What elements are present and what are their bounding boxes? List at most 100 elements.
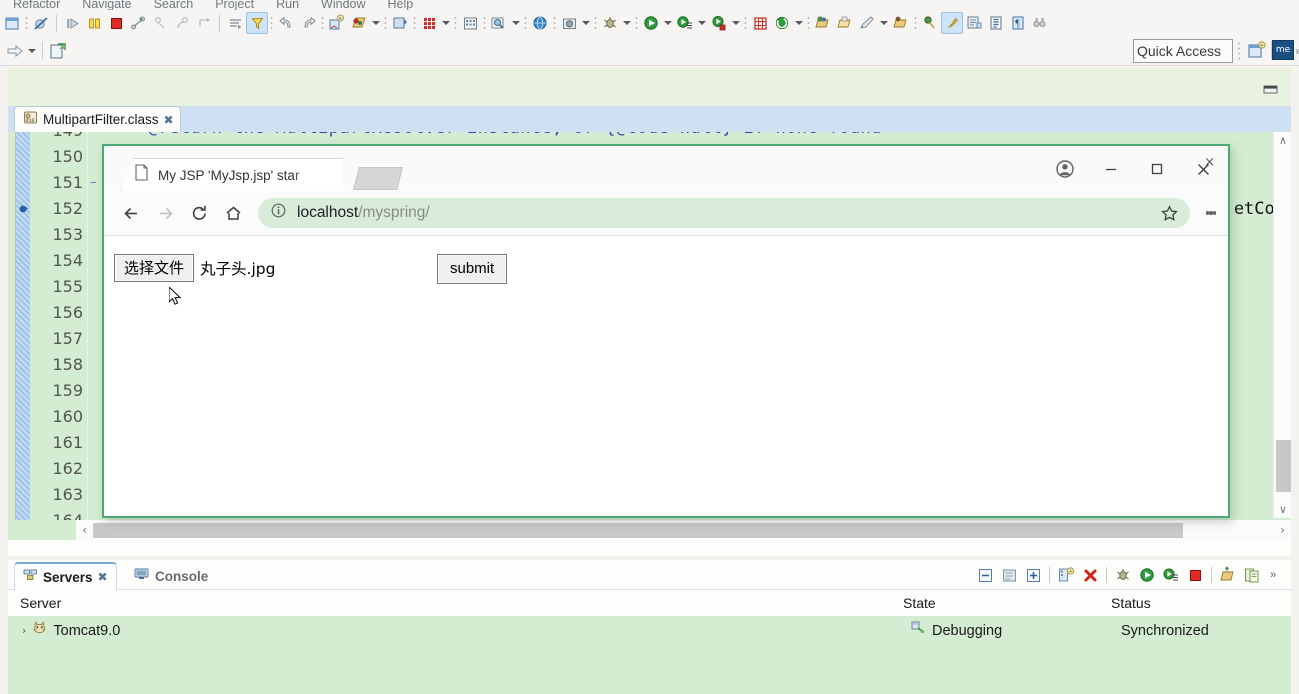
suspend-icon[interactable] xyxy=(83,12,105,34)
debug-server-icon[interactable] xyxy=(1112,564,1134,586)
terminate-icon[interactable] xyxy=(105,12,127,34)
table-icon[interactable] xyxy=(459,12,481,34)
tab-console[interactable]: Console xyxy=(126,562,216,590)
pencil-dropdown-arrow-icon[interactable] xyxy=(878,12,890,34)
tab-servers-close-icon[interactable]: ✖ xyxy=(98,571,108,583)
editor-vertical-scrollbar[interactable]: ∧ ∨ xyxy=(1273,132,1291,518)
browser-close-button[interactable] xyxy=(1180,151,1226,187)
column-header-server[interactable]: Server xyxy=(20,590,61,616)
camera-dropdown-arrow-icon[interactable] xyxy=(580,12,592,34)
editor-annotation-ruler[interactable] xyxy=(16,132,30,540)
horizontal-scroll-thumb[interactable] xyxy=(93,523,1183,538)
external-tools-dropdown-arrow-icon[interactable] xyxy=(793,12,805,34)
coverage-icon[interactable] xyxy=(708,12,730,34)
new-java-project-icon[interactable] xyxy=(348,12,370,34)
debug-dropdown-arrow-icon[interactable] xyxy=(621,12,633,34)
start-server-icon[interactable] xyxy=(1136,564,1158,586)
scroll-down-arrow-icon[interactable]: ∨ xyxy=(1274,501,1292,518)
globe-icon[interactable] xyxy=(529,12,551,34)
undo-icon[interactable] xyxy=(275,12,297,34)
new-java-dropdown-arrow-icon[interactable] xyxy=(370,12,382,34)
editor-tab-close-icon[interactable]: ✖ xyxy=(164,114,174,126)
scroll-up-arrow-icon[interactable]: ∧ xyxy=(1274,132,1292,149)
home-icon[interactable] xyxy=(216,196,250,230)
toggle-block-selection-icon[interactable] xyxy=(985,12,1007,34)
submit-button[interactable]: submit xyxy=(437,254,508,284)
forward-dropdown-arrow-icon[interactable] xyxy=(26,40,38,62)
breakpoint-marker[interactable] xyxy=(17,196,31,222)
profile-server-icon[interactable] xyxy=(1160,564,1182,586)
tab-servers[interactable]: Servers ✖ xyxy=(14,562,117,590)
new-package-icon[interactable] xyxy=(749,12,771,34)
server-cell[interactable]: › Tomcat9.0 xyxy=(22,616,120,646)
choose-file-button[interactable]: 选择文件 xyxy=(114,254,195,282)
back-arrow-icon[interactable] xyxy=(114,196,148,230)
run-dropdown-arrow-icon[interactable] xyxy=(662,12,674,34)
fold-collapse-marker[interactable]: − xyxy=(90,170,98,196)
grid-dropdown-arrow-icon[interactable] xyxy=(440,12,452,34)
debug-icon[interactable] xyxy=(599,12,621,34)
run-as-dropdown-arrow-icon[interactable] xyxy=(696,12,708,34)
open-perspective-icon[interactable] xyxy=(1,12,23,34)
profile-avatar-icon[interactable] xyxy=(1042,151,1088,187)
editor-tab-multipartfilter[interactable]: 010 MultipartFilter.class ✖ xyxy=(14,106,181,132)
toggle-mark-occurrences-icon[interactable]: ¶ xyxy=(1007,12,1029,34)
publish-icon[interactable] xyxy=(1217,564,1239,586)
address-bar[interactable]: localhost/myspring/ xyxy=(258,198,1190,228)
perspective-more-icon[interactable]: » xyxy=(1295,46,1299,57)
use-step-filters-icon[interactable] xyxy=(246,12,268,34)
reload-icon[interactable] xyxy=(182,196,216,230)
grid-icon[interactable] xyxy=(418,12,440,34)
resume-icon[interactable] xyxy=(61,12,83,34)
minimize-icon[interactable] xyxy=(998,564,1020,586)
expand-all-icon[interactable] xyxy=(1022,564,1044,586)
bookmark-star-icon[interactable] xyxy=(1154,200,1184,226)
perspective-badge[interactable]: me xyxy=(1272,40,1294,60)
open-type-icon[interactable] xyxy=(812,12,834,34)
redo-icon[interactable] xyxy=(297,12,319,34)
run-icon[interactable] xyxy=(640,12,662,34)
drop-to-frame-icon[interactable] xyxy=(224,12,246,34)
save-icon[interactable] xyxy=(389,12,411,34)
coverage-dropdown-arrow-icon[interactable] xyxy=(730,12,742,34)
new-editor-icon[interactable] xyxy=(47,40,69,62)
servers-table-empty-area[interactable] xyxy=(8,646,1291,694)
new-java-class-icon[interactable]: + xyxy=(326,12,348,34)
editor-horizontal-scrollbar[interactable]: ‹ › xyxy=(76,520,1291,540)
forward-arrow-icon[interactable] xyxy=(148,196,182,230)
binoculars-icon[interactable] xyxy=(1029,12,1051,34)
pin-icon[interactable] xyxy=(919,12,941,34)
external-tools-icon[interactable] xyxy=(771,12,793,34)
properties-icon[interactable] xyxy=(963,12,985,34)
scroll-left-arrow-icon[interactable]: ‹ xyxy=(76,520,93,540)
step-into-icon[interactable] xyxy=(149,12,171,34)
new-server-icon[interactable]: + xyxy=(1055,564,1077,586)
search-icon[interactable] xyxy=(488,12,510,34)
delete-server-icon[interactable] xyxy=(1079,564,1101,586)
stop-server-icon[interactable] xyxy=(1184,564,1206,586)
file-input-control[interactable]: 选择文件 丸子头.jpg xyxy=(114,254,275,282)
forward-arrow-icon[interactable] xyxy=(4,40,26,62)
pencil-icon[interactable] xyxy=(856,12,878,34)
kebab-menu-icon[interactable] xyxy=(1196,196,1226,230)
collapse-all-icon[interactable] xyxy=(974,564,996,586)
run-as-icon[interactable] xyxy=(674,12,696,34)
browser-minimize-button[interactable] xyxy=(1088,151,1134,187)
vertical-scroll-thumb[interactable] xyxy=(1276,440,1291,492)
column-header-status[interactable]: Status xyxy=(1111,590,1151,616)
restore-editor-icon[interactable] xyxy=(1263,82,1279,94)
scroll-right-arrow-icon[interactable]: › xyxy=(1274,520,1291,540)
search-dropdown-arrow-icon[interactable] xyxy=(510,12,522,34)
open-task-icon[interactable] xyxy=(834,12,856,34)
open-perspective-button[interactable]: + xyxy=(1247,40,1267,60)
open-folder-icon[interactable] xyxy=(890,12,912,34)
brush-icon[interactable] xyxy=(941,12,963,34)
table-row[interactable]: › Tomcat9.0 Debugging Synchronized xyxy=(8,616,1291,646)
new-tab-button[interactable] xyxy=(353,167,403,190)
view-menu-icon[interactable]: » xyxy=(1265,564,1287,586)
info-circle-icon[interactable] xyxy=(270,202,287,224)
clean-icon[interactable] xyxy=(1241,564,1263,586)
column-header-state[interactable]: State xyxy=(903,590,936,616)
skip-all-breakpoints-icon[interactable] xyxy=(30,12,52,34)
step-over-icon[interactable] xyxy=(171,12,193,34)
